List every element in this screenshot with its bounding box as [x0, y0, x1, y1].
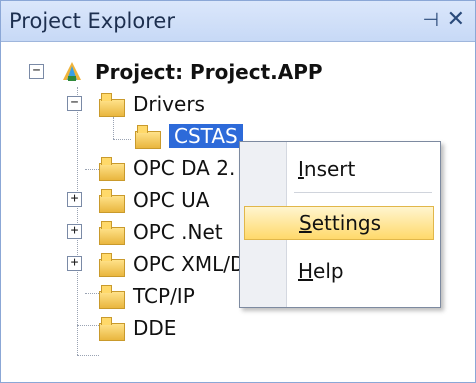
opc-ua-label: OPC UA	[133, 188, 210, 212]
project-explorer-panel: Project Explorer ⊣ ✕ − Project: Project.…	[0, 0, 476, 383]
menu-item-settings[interactable]: Settings	[244, 206, 434, 240]
drivers-label: Drivers	[133, 92, 205, 116]
tree-item-cstas[interactable]: CSTAS	[135, 121, 243, 151]
help-label-rest: elp	[313, 259, 344, 283]
opc-xml-label: OPC XML/D	[133, 252, 246, 276]
close-icon[interactable]: ✕	[447, 7, 465, 32]
tree-item-opc-da[interactable]: OPC DA 2.	[99, 153, 235, 183]
panel-title-bar: Project Explorer ⊣ ✕	[1, 1, 475, 42]
tree-line	[77, 355, 99, 356]
collapse-drivers-toggle[interactable]: −	[67, 96, 82, 111]
tree-item-dde[interactable]: DDE	[99, 313, 176, 343]
menu-item-help[interactable]: Help	[288, 254, 434, 288]
collapse-root-toggle[interactable]: −	[29, 64, 44, 79]
folder-icon	[99, 317, 125, 341]
folder-icon	[99, 253, 125, 277]
tcp-ip-label: TCP/IP	[133, 284, 195, 308]
tree-line	[113, 139, 131, 140]
folder-icon	[99, 93, 125, 117]
expand-opc-net-toggle[interactable]: +	[67, 224, 82, 239]
expand-opc-ua-toggle[interactable]: +	[67, 192, 82, 207]
menu-item-insert[interactable]: Insert	[288, 152, 434, 186]
context-menu: Insert Settings Help	[239, 141, 441, 308]
project-icon	[59, 60, 85, 84]
folder-icon	[99, 157, 125, 181]
tree-line	[77, 87, 78, 355]
pin-icon[interactable]: ⊣	[422, 9, 439, 31]
expand-opc-xml-toggle[interactable]: +	[67, 256, 82, 271]
dde-label: DDE	[133, 316, 177, 340]
tree-line	[85, 169, 99, 170]
panel-title: Project Explorer	[9, 9, 175, 33]
folder-icon	[99, 221, 125, 245]
tree-line	[113, 117, 114, 139]
cstas-label: CSTAS	[169, 124, 243, 148]
settings-label-rest: ettings	[311, 211, 382, 235]
folder-icon	[99, 189, 125, 213]
tree-item-opc-ua[interactable]: OPC UA	[99, 185, 209, 215]
tree-line	[85, 293, 99, 294]
help-access-key: H	[298, 259, 314, 283]
folder-icon	[135, 125, 161, 149]
opc-da-label: OPC DA 2.	[133, 156, 236, 180]
tree-item-drivers[interactable]: Drivers	[99, 89, 205, 119]
settings-access-key: S	[299, 211, 312, 235]
tree-item-project-root[interactable]: Project: Project.APP	[59, 57, 323, 87]
opc-net-label: OPC .Net	[133, 220, 223, 244]
tree-item-tcp-ip[interactable]: TCP/IP	[99, 281, 195, 311]
tree-item-opc-xml[interactable]: OPC XML/D	[99, 249, 245, 279]
tree-item-opc-net[interactable]: OPC .Net	[99, 217, 223, 247]
insert-label-rest: nsert	[303, 157, 356, 181]
menu-separator	[294, 192, 432, 193]
folder-icon	[99, 285, 125, 309]
project-root-label: Project: Project.APP	[95, 60, 323, 84]
tree-line	[77, 325, 99, 326]
